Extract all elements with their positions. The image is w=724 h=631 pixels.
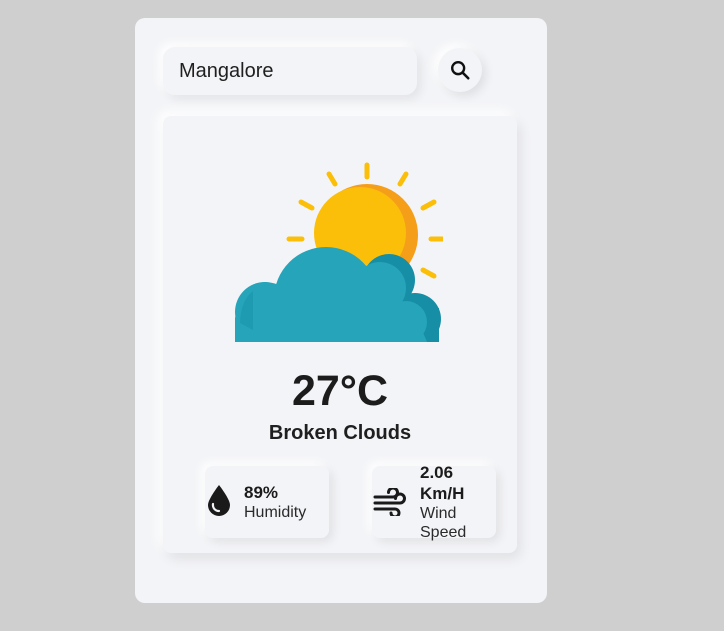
humidity-card: 89% Humidity xyxy=(205,466,329,538)
water-drop-icon xyxy=(208,485,230,516)
wind-speed-label: Wind Speed xyxy=(420,504,466,542)
wind-speed-card: 2.06 Km/H Wind Speed xyxy=(372,463,496,541)
wind-speed-label-line1: Wind xyxy=(420,505,457,522)
weather-card: 27°C Broken Clouds 89% Humidity 2.06 Km/… xyxy=(163,116,517,553)
search-button[interactable] xyxy=(438,48,482,92)
temperature-display: 27°C xyxy=(291,367,389,415)
humidity-value: 89% xyxy=(244,483,279,502)
search-icon xyxy=(451,61,470,80)
city-search-input[interactable] xyxy=(163,47,417,95)
wind-speed-unit: Km/H xyxy=(420,484,465,503)
weather-condition: Broken Clouds xyxy=(268,422,412,444)
wind-speed-label-line2: Speed xyxy=(420,524,467,541)
wind-speed-number: 2.06 xyxy=(420,463,454,482)
sun-behind-cloud-icon xyxy=(233,162,443,348)
wind-icon xyxy=(373,488,406,516)
wind-speed-value: 2.06 Km/H xyxy=(420,462,464,504)
humidity-label: Humidity xyxy=(244,504,307,521)
weather-app-panel: 27°C Broken Clouds 89% Humidity 2.06 Km/… xyxy=(135,18,547,603)
